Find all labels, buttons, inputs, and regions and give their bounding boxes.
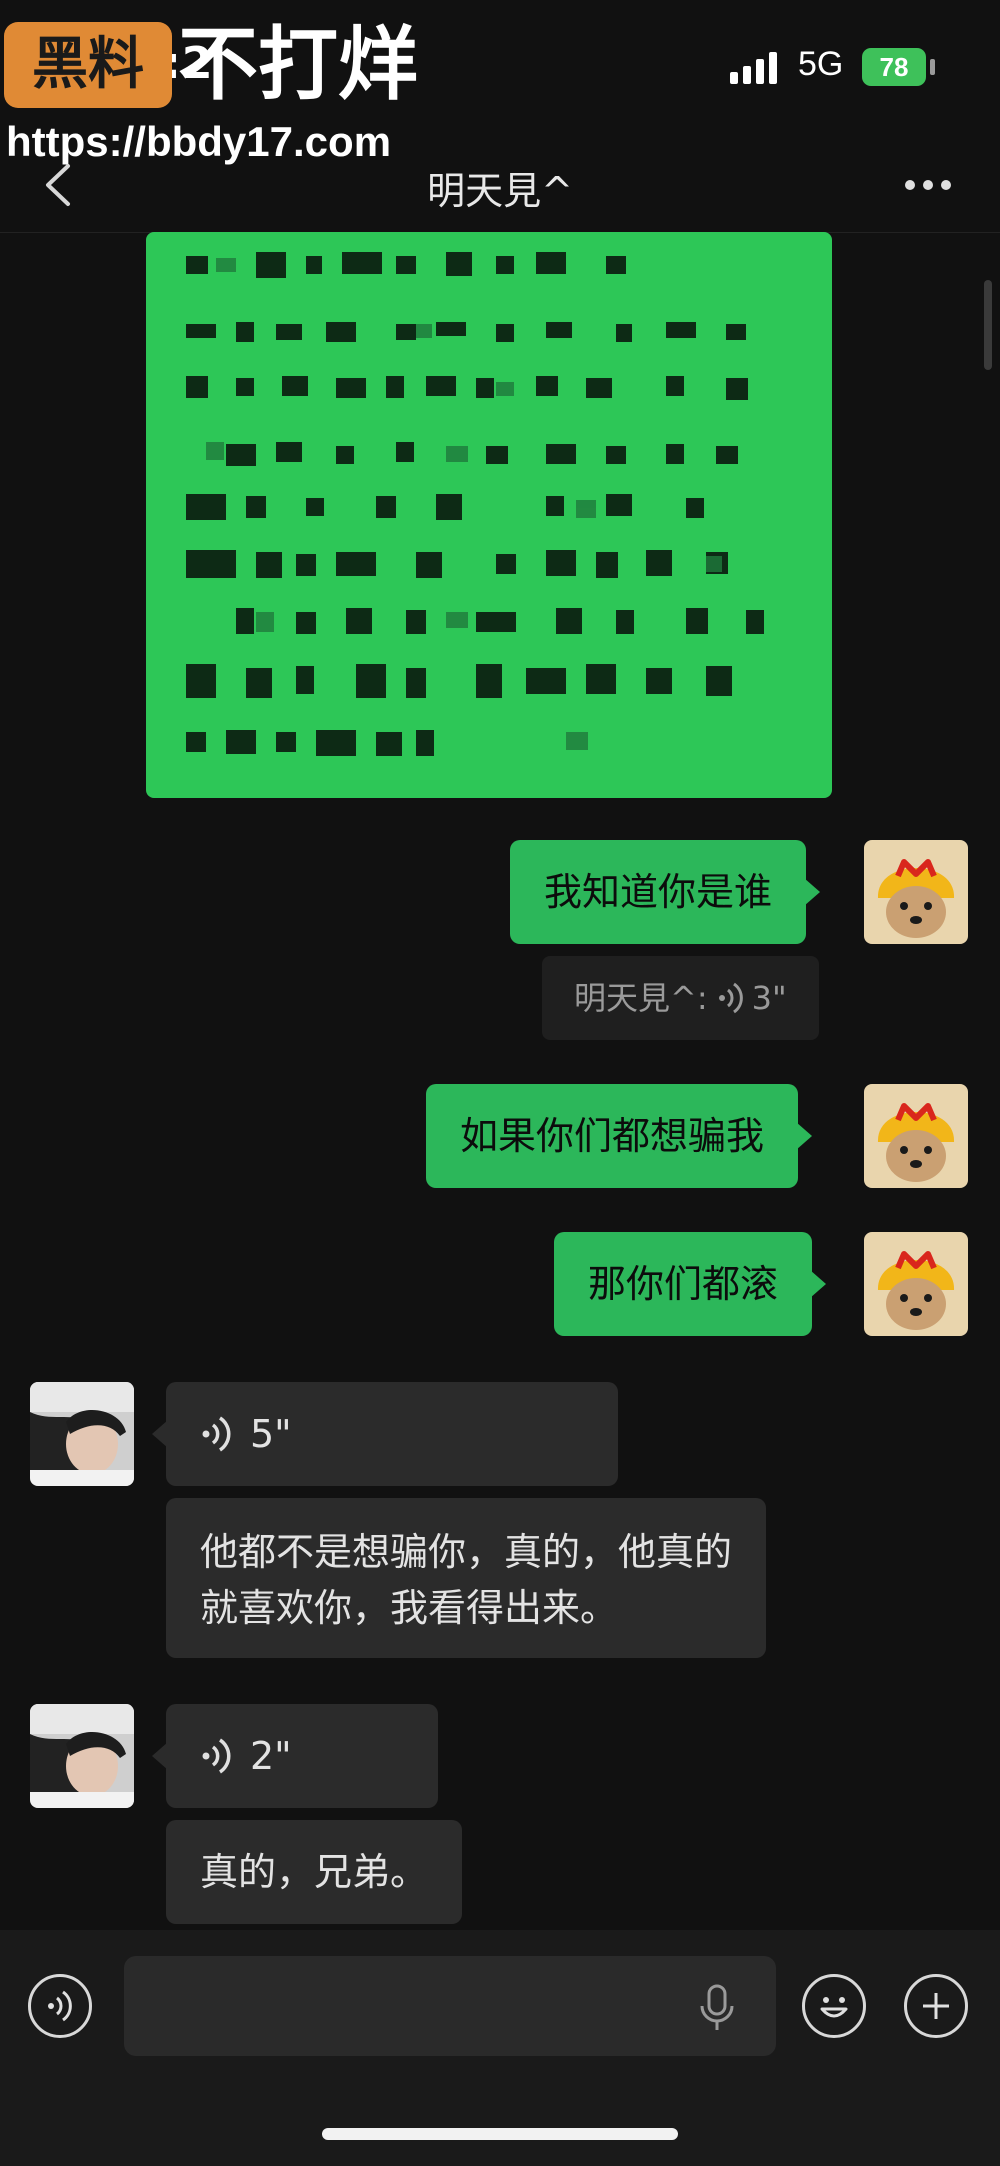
watermark-text: 不打烊 <box>178 18 418 111</box>
voice-icon <box>202 1416 231 1452</box>
watermark-logo: 黑料 <box>4 22 172 108</box>
voice-icon <box>202 1738 231 1774</box>
message-text: 如果你们都想骗我 <box>460 1114 765 1158</box>
scrollbar[interactable] <box>984 280 992 370</box>
network-type: 5G <box>798 45 844 83</box>
battery-cap <box>930 59 935 75</box>
message-text: 真的，兄弟。 <box>200 1850 429 1894</box>
voice-input-button[interactable] <box>28 1974 92 2038</box>
chat-title: 明天見^ <box>427 169 573 213</box>
contact-avatar[interactable] <box>30 1382 134 1486</box>
chat-header: 明天見^ <box>0 140 1000 233</box>
outgoing-message[interactable]: 我知道你是谁 <box>510 840 821 944</box>
voice-icon <box>718 982 743 1014</box>
voice-duration: 2" <box>250 1734 292 1778</box>
battery-level: 78 <box>862 48 926 86</box>
home-indicator[interactable] <box>322 2128 678 2140</box>
more-dots-icon[interactable] <box>898 170 958 200</box>
emoji-icon <box>820 1997 848 2018</box>
plus-button[interactable] <box>904 1974 968 2038</box>
incoming-voice-message[interactable]: 5" <box>152 1382 618 1486</box>
message-text: 那你们都滚 <box>588 1262 779 1306</box>
message-text: 我知道你是谁 <box>544 870 773 914</box>
my-avatar[interactable] <box>864 1232 968 1336</box>
message-text-line: 就喜欢你，我看得出来。 <box>200 1586 619 1630</box>
censored-message-bubble <box>146 232 832 798</box>
voice-duration: 5" <box>250 1412 292 1456</box>
plus-icon <box>923 1993 949 2019</box>
quote-duration: 3" <box>751 979 787 1017</box>
dog-avatar-image <box>864 1084 968 1188</box>
incoming-message[interactable]: 他都不是想骗你，真的，他真的 就喜欢你，我看得出来。 <box>166 1498 766 1658</box>
voice-icon <box>48 1990 72 2022</box>
quote-sender: 明天見^: <box>574 979 708 1017</box>
my-avatar[interactable] <box>864 840 968 944</box>
my-avatar[interactable] <box>864 1084 968 1188</box>
contact-avatar[interactable] <box>30 1704 134 1808</box>
person-avatar-image <box>30 1382 134 1486</box>
person-avatar-image <box>30 1704 134 1808</box>
dog-avatar-image <box>864 1232 968 1336</box>
outgoing-message[interactable]: 那你们都滚 <box>554 1232 827 1336</box>
quoted-reply[interactable]: 明天見^: 3" <box>542 956 819 1040</box>
incoming-voice-message[interactable]: 2" <box>152 1704 438 1808</box>
emoji-button[interactable] <box>802 1974 866 2038</box>
signal-icon <box>730 50 782 84</box>
message-text-line: 他都不是想骗你，真的，他真的 <box>200 1530 733 1574</box>
mic-icon[interactable] <box>696 1982 738 2034</box>
pixelated-text-image <box>186 252 764 756</box>
dog-avatar-image <box>864 840 968 944</box>
incoming-message[interactable]: 真的，兄弟。 <box>166 1820 463 1924</box>
message-input[interactable] <box>124 1956 776 2056</box>
outgoing-message[interactable]: 如果你们都想骗我 <box>426 1084 813 1188</box>
